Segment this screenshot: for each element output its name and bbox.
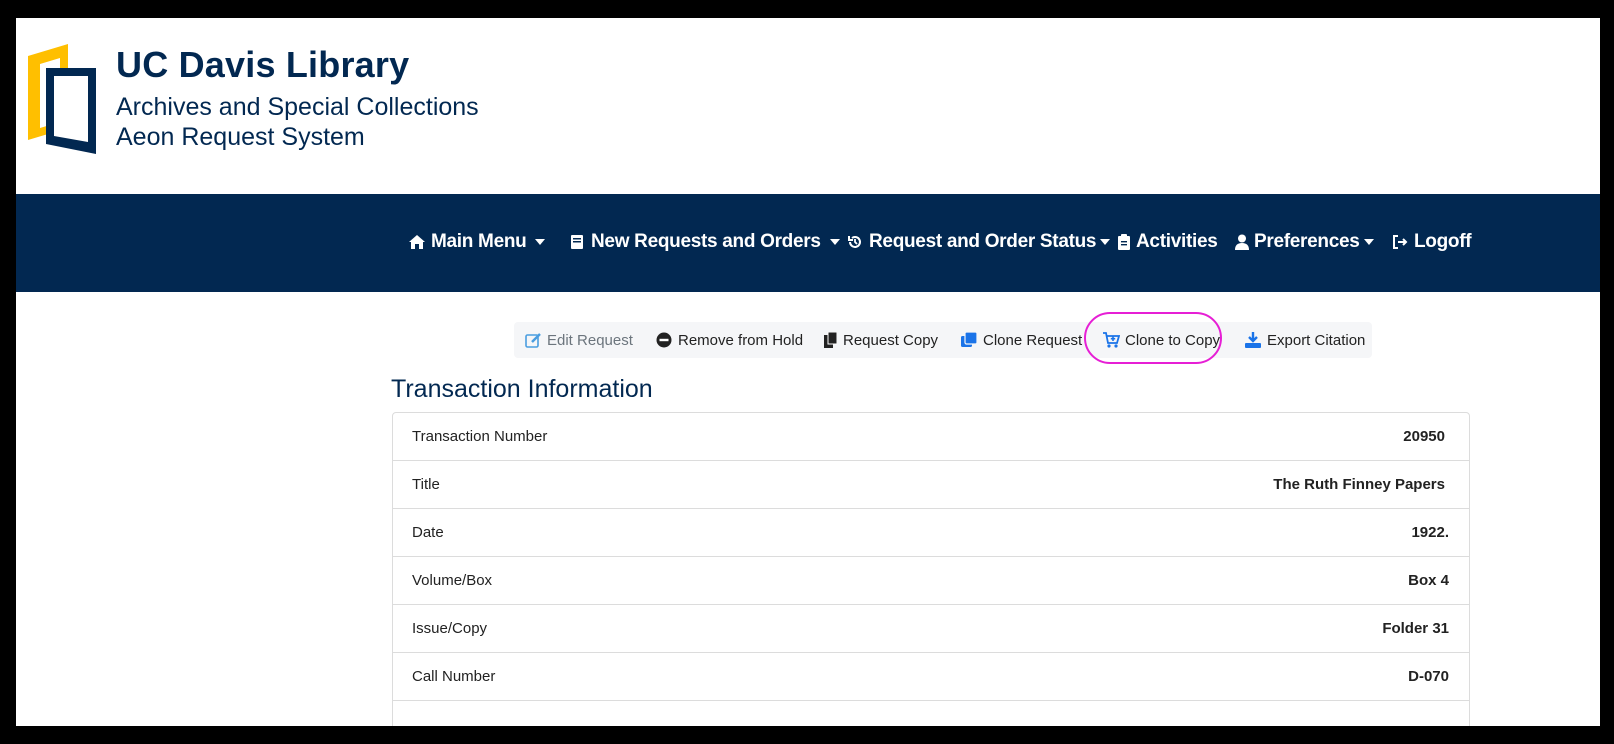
subtitle-line-1: Archives and Special Collections xyxy=(116,93,479,121)
library-title: UC Davis Library xyxy=(116,44,410,85)
row-label: Date xyxy=(412,524,444,541)
table-row: Issue/Copy Folder 31 xyxy=(393,605,1469,653)
copy-icon xyxy=(824,331,838,349)
row-value: Box 4 xyxy=(1408,572,1449,589)
user-icon xyxy=(1234,233,1249,251)
minus-circle-icon xyxy=(656,332,673,349)
nav-activities-label: Activities xyxy=(1136,231,1218,252)
clone-request-button[interactable]: Clone Request xyxy=(961,322,1082,358)
table-row xyxy=(393,701,1469,726)
row-value: 20950 xyxy=(1403,428,1445,445)
row-value: The Ruth Finney Papers xyxy=(1273,476,1445,493)
edit-request-button[interactable]: Edit Request xyxy=(525,322,633,358)
edit-request-label: Edit Request xyxy=(547,331,633,349)
nav-preferences[interactable]: Preferences xyxy=(1234,231,1374,253)
clone-icon xyxy=(961,331,978,349)
row-label: Title xyxy=(412,476,440,493)
table-row: Date 1922. xyxy=(393,509,1469,557)
table-row: Title The Ruth Finney Papers xyxy=(393,461,1469,509)
nav-main-menu[interactable]: Main Menu xyxy=(408,231,546,253)
row-value: D-070 xyxy=(1408,668,1449,685)
book-icon xyxy=(568,233,586,251)
page-frame: UC Davis Library Archives and Special Co… xyxy=(16,18,1600,726)
clone-request-label: Clone Request xyxy=(983,331,1083,349)
nav-main-menu-label: Main Menu xyxy=(431,231,527,252)
uc-davis-library-logo xyxy=(28,44,96,154)
table-row: Transaction Number 20950 xyxy=(393,413,1469,461)
chevron-down-icon xyxy=(1100,239,1111,245)
chevron-down-icon xyxy=(829,239,840,245)
export-citation-button[interactable]: Export Citation xyxy=(1245,322,1365,358)
nav-logoff-label: Logoff xyxy=(1414,231,1472,252)
subtitle-line-2: Aeon Request System xyxy=(116,123,365,151)
row-value: 1922. xyxy=(1411,524,1449,541)
row-label: Transaction Number xyxy=(412,428,548,445)
logoff-icon xyxy=(1391,233,1409,251)
chevron-down-icon xyxy=(1363,239,1374,245)
export-citation-label: Export Citation xyxy=(1267,331,1366,349)
nav-new-requests[interactable]: New Requests and Orders xyxy=(568,231,840,253)
remove-from-hold-button[interactable]: Remove from Hold xyxy=(656,322,803,358)
download-icon xyxy=(1245,331,1262,349)
request-toolbar: Edit Request Remove from Hold Request Co… xyxy=(514,322,1372,358)
table-row: Call Number D-070 xyxy=(393,653,1469,701)
nav-logoff[interactable]: Logoff xyxy=(1391,231,1472,253)
main-nav: Main Menu New Requests and Orders Reques… xyxy=(16,194,1600,292)
site-header: UC Davis Library Archives and Special Co… xyxy=(16,18,1600,194)
clone-to-copy-button[interactable]: Clone to Copy xyxy=(1103,322,1220,358)
nav-preferences-label: Preferences xyxy=(1254,231,1360,252)
history-icon xyxy=(846,233,864,251)
row-value: Folder 31 xyxy=(1382,620,1449,637)
row-label: Issue/Copy xyxy=(412,620,488,637)
clipboard-icon xyxy=(1117,233,1131,251)
cart-plus-icon xyxy=(1103,331,1120,349)
clone-to-copy-label: Clone to Copy xyxy=(1125,331,1221,349)
home-icon xyxy=(408,233,426,251)
row-label: Call Number xyxy=(412,668,496,685)
transaction-table: Transaction Number 20950 Title The Ruth … xyxy=(392,412,1470,726)
row-label: Volume/Box xyxy=(412,572,493,589)
nav-request-status-label: Request and Order Status xyxy=(869,231,1097,252)
library-subtitle: Archives and Special Collections Aeon Re… xyxy=(116,92,479,152)
transaction-info-heading: Transaction Information xyxy=(391,375,653,403)
table-row: Volume/Box Box 4 xyxy=(393,557,1469,605)
request-copy-label: Request Copy xyxy=(843,331,939,349)
request-copy-button[interactable]: Request Copy xyxy=(824,322,938,358)
edit-icon xyxy=(525,332,542,349)
chevron-down-icon xyxy=(535,239,546,245)
nav-new-requests-label: New Requests and Orders xyxy=(591,231,821,252)
nav-request-status[interactable]: Request and Order Status xyxy=(846,231,1111,253)
remove-from-hold-label: Remove from Hold xyxy=(678,331,804,349)
nav-activities[interactable]: Activities xyxy=(1117,231,1218,253)
